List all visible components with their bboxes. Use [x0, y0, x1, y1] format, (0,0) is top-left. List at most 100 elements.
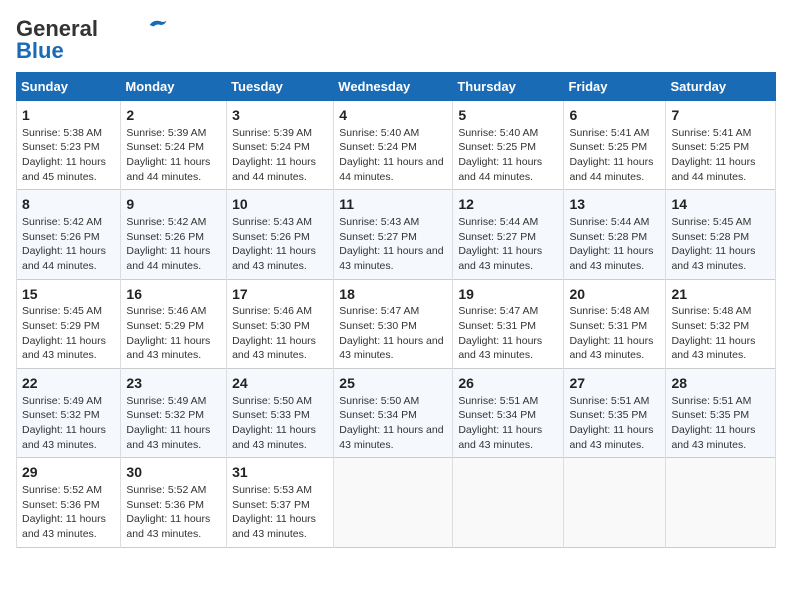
daylight-label: Daylight: 11 hours and 45 minutes.	[22, 156, 106, 183]
daylight-label: Daylight: 11 hours and 44 minutes.	[569, 156, 653, 183]
daylight-label: Daylight: 11 hours and 43 minutes.	[569, 424, 653, 451]
day-number: 24	[232, 374, 328, 394]
day-number: 27	[569, 374, 660, 394]
sunset-label: Sunset: 5:35 PM	[671, 409, 749, 421]
week-row-4: 22 Sunrise: 5:49 AM Sunset: 5:32 PM Dayl…	[17, 369, 776, 458]
sunrise-label: Sunrise: 5:39 AM	[126, 127, 206, 139]
logo: General Blue	[16, 16, 168, 64]
daylight-label: Daylight: 11 hours and 43 minutes.	[569, 245, 653, 272]
daylight-label: Daylight: 11 hours and 43 minutes.	[671, 245, 755, 272]
sunset-label: Sunset: 5:24 PM	[232, 141, 310, 153]
sunset-label: Sunset: 5:29 PM	[126, 320, 204, 332]
daylight-label: Daylight: 11 hours and 43 minutes.	[339, 424, 443, 451]
sunset-label: Sunset: 5:24 PM	[126, 141, 204, 153]
sunset-label: Sunset: 5:28 PM	[671, 231, 749, 243]
sunrise-label: Sunrise: 5:38 AM	[22, 127, 102, 139]
day-number: 25	[339, 374, 447, 394]
week-row-1: 1 Sunrise: 5:38 AM Sunset: 5:23 PM Dayli…	[17, 101, 776, 190]
calendar-cell: 20 Sunrise: 5:48 AM Sunset: 5:31 PM Dayl…	[564, 279, 666, 368]
sunrise-label: Sunrise: 5:48 AM	[671, 305, 751, 317]
sunrise-label: Sunrise: 5:45 AM	[22, 305, 102, 317]
calendar-cell: 23 Sunrise: 5:49 AM Sunset: 5:32 PM Dayl…	[121, 369, 227, 458]
sunrise-label: Sunrise: 5:42 AM	[22, 216, 102, 228]
sunset-label: Sunset: 5:27 PM	[339, 231, 417, 243]
col-wednesday: Wednesday	[334, 73, 453, 101]
daylight-label: Daylight: 11 hours and 43 minutes.	[232, 335, 316, 362]
daylight-label: Daylight: 11 hours and 43 minutes.	[232, 245, 316, 272]
sunrise-label: Sunrise: 5:45 AM	[671, 216, 751, 228]
calendar-cell: 28 Sunrise: 5:51 AM Sunset: 5:35 PM Dayl…	[666, 369, 776, 458]
daylight-label: Daylight: 11 hours and 43 minutes.	[126, 513, 210, 540]
calendar-header: SundayMondayTuesdayWednesdayThursdayFrid…	[17, 73, 776, 101]
day-number: 14	[671, 195, 770, 215]
calendar-cell: 7 Sunrise: 5:41 AM Sunset: 5:25 PM Dayli…	[666, 101, 776, 190]
sunrise-label: Sunrise: 5:43 AM	[232, 216, 312, 228]
sunset-label: Sunset: 5:23 PM	[22, 141, 100, 153]
sunrise-label: Sunrise: 5:47 AM	[339, 305, 419, 317]
sunset-label: Sunset: 5:25 PM	[671, 141, 749, 153]
sunset-label: Sunset: 5:30 PM	[339, 320, 417, 332]
sunrise-label: Sunrise: 5:49 AM	[126, 395, 206, 407]
sunrise-label: Sunrise: 5:51 AM	[671, 395, 751, 407]
day-number: 17	[232, 285, 328, 305]
calendar-cell	[453, 458, 564, 547]
sunset-label: Sunset: 5:36 PM	[126, 499, 204, 511]
sunrise-label: Sunrise: 5:44 AM	[458, 216, 538, 228]
calendar-cell	[334, 458, 453, 547]
calendar-cell: 9 Sunrise: 5:42 AM Sunset: 5:26 PM Dayli…	[121, 190, 227, 279]
calendar-cell: 14 Sunrise: 5:45 AM Sunset: 5:28 PM Dayl…	[666, 190, 776, 279]
calendar-cell: 5 Sunrise: 5:40 AM Sunset: 5:25 PM Dayli…	[453, 101, 564, 190]
daylight-label: Daylight: 11 hours and 43 minutes.	[458, 424, 542, 451]
day-number: 26	[458, 374, 558, 394]
day-number: 3	[232, 106, 328, 126]
day-number: 19	[458, 285, 558, 305]
sunrise-label: Sunrise: 5:48 AM	[569, 305, 649, 317]
week-row-5: 29 Sunrise: 5:52 AM Sunset: 5:36 PM Dayl…	[17, 458, 776, 547]
sunrise-label: Sunrise: 5:41 AM	[569, 127, 649, 139]
calendar-cell: 4 Sunrise: 5:40 AM Sunset: 5:24 PM Dayli…	[334, 101, 453, 190]
daylight-label: Daylight: 11 hours and 43 minutes.	[671, 424, 755, 451]
sunrise-label: Sunrise: 5:44 AM	[569, 216, 649, 228]
col-monday: Monday	[121, 73, 227, 101]
daylight-label: Daylight: 11 hours and 43 minutes.	[569, 335, 653, 362]
sunset-label: Sunset: 5:34 PM	[458, 409, 536, 421]
week-row-2: 8 Sunrise: 5:42 AM Sunset: 5:26 PM Dayli…	[17, 190, 776, 279]
sunset-label: Sunset: 5:29 PM	[22, 320, 100, 332]
daylight-label: Daylight: 11 hours and 44 minutes.	[232, 156, 316, 183]
calendar-cell: 31 Sunrise: 5:53 AM Sunset: 5:37 PM Dayl…	[227, 458, 334, 547]
sunset-label: Sunset: 5:30 PM	[232, 320, 310, 332]
day-number: 20	[569, 285, 660, 305]
day-number: 13	[569, 195, 660, 215]
col-thursday: Thursday	[453, 73, 564, 101]
day-number: 7	[671, 106, 770, 126]
daylight-label: Daylight: 11 hours and 43 minutes.	[126, 424, 210, 451]
calendar-cell: 6 Sunrise: 5:41 AM Sunset: 5:25 PM Dayli…	[564, 101, 666, 190]
sunrise-label: Sunrise: 5:50 AM	[232, 395, 312, 407]
sunset-label: Sunset: 5:26 PM	[126, 231, 204, 243]
sunrise-label: Sunrise: 5:39 AM	[232, 127, 312, 139]
day-number: 11	[339, 195, 447, 215]
daylight-label: Daylight: 11 hours and 43 minutes.	[671, 335, 755, 362]
daylight-label: Daylight: 11 hours and 43 minutes.	[339, 245, 443, 272]
daylight-label: Daylight: 11 hours and 43 minutes.	[22, 424, 106, 451]
sunset-label: Sunset: 5:37 PM	[232, 499, 310, 511]
sunrise-label: Sunrise: 5:42 AM	[126, 216, 206, 228]
sunrise-label: Sunrise: 5:43 AM	[339, 216, 419, 228]
calendar-cell: 13 Sunrise: 5:44 AM Sunset: 5:28 PM Dayl…	[564, 190, 666, 279]
sunset-label: Sunset: 5:35 PM	[569, 409, 647, 421]
sunset-label: Sunset: 5:32 PM	[126, 409, 204, 421]
day-number: 16	[126, 285, 221, 305]
col-friday: Friday	[564, 73, 666, 101]
sunset-label: Sunset: 5:27 PM	[458, 231, 536, 243]
header: General Blue	[16, 16, 776, 64]
calendar-cell	[666, 458, 776, 547]
day-number: 1	[22, 106, 115, 126]
day-number: 15	[22, 285, 115, 305]
sunrise-label: Sunrise: 5:47 AM	[458, 305, 538, 317]
sunset-label: Sunset: 5:32 PM	[22, 409, 100, 421]
calendar-cell: 16 Sunrise: 5:46 AM Sunset: 5:29 PM Dayl…	[121, 279, 227, 368]
day-number: 18	[339, 285, 447, 305]
day-number: 2	[126, 106, 221, 126]
calendar-cell: 3 Sunrise: 5:39 AM Sunset: 5:24 PM Dayli…	[227, 101, 334, 190]
daylight-label: Daylight: 11 hours and 44 minutes.	[126, 245, 210, 272]
